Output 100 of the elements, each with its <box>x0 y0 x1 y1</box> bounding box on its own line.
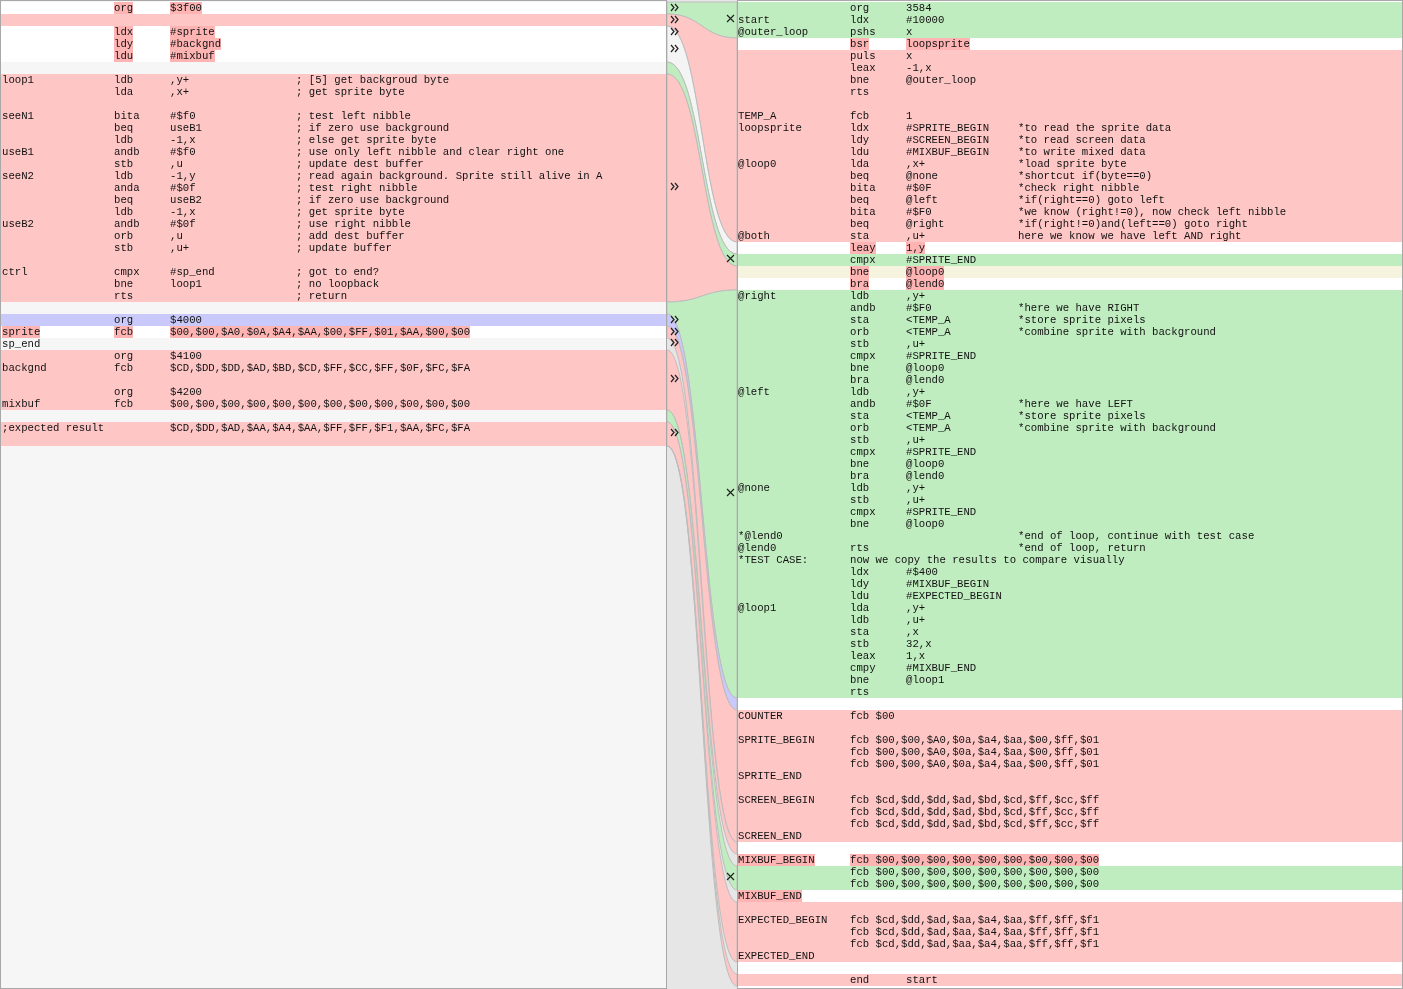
operand: #$F0 <box>906 302 932 314</box>
merge-arrow-icon[interactable] <box>670 27 679 36</box>
operand: @loop0 <box>906 362 945 374</box>
instruction: lda <box>114 86 134 98</box>
merge-arrow-icon[interactable] <box>670 3 679 12</box>
instruction: fcb <box>114 362 134 374</box>
operand: x <box>906 50 913 62</box>
code-comment: ; update buffer <box>296 242 392 254</box>
instruction: sta <box>850 230 870 242</box>
line-label: @loop1 <box>738 602 777 614</box>
cross-icon[interactable] <box>726 14 735 23</box>
instruction: ldx <box>850 122 870 134</box>
operand: #sp_end <box>170 266 215 278</box>
line-label: *TEST CASE: <box>738 554 809 566</box>
instruction: ldu <box>850 590 870 602</box>
line-label: SPRITE_END <box>738 770 802 782</box>
line-label: useB2 <box>2 218 34 230</box>
instruction: beq <box>114 194 134 206</box>
code-comment: ; test right nibble <box>296 182 418 194</box>
instruction: ldb <box>114 206 134 218</box>
instruction: rts <box>114 290 134 302</box>
operand: loop1 <box>170 278 202 290</box>
merge-arrow-icon[interactable] <box>670 338 679 347</box>
instruction: fcb $cd,$dd,$ad,$aa,$a4,$aa,$ff,$ff,$f1 <box>850 914 1100 926</box>
code-comment: ; get sprite byte <box>296 86 405 98</box>
operand: useB2 <box>170 194 202 206</box>
line-label: @none <box>738 482 770 494</box>
operand: #10000 <box>906 14 945 26</box>
instruction: ldb <box>114 170 134 182</box>
operand: #SPRITE_END <box>906 446 977 458</box>
instruction: beq <box>850 170 870 182</box>
merge-arrow-icon[interactable] <box>670 15 679 24</box>
operand: @lend0 <box>906 470 945 482</box>
instruction: bne <box>850 74 870 86</box>
line-label: SCREEN_BEGIN <box>738 794 815 806</box>
operand: #EXPECTED_BEGIN <box>906 590 1002 602</box>
cross-icon[interactable] <box>726 872 735 881</box>
merge-arrow-icon[interactable] <box>670 428 679 437</box>
operand: #backgnd <box>170 38 222 50</box>
operand: ,y+ <box>906 290 926 302</box>
operand: ,x+ <box>170 86 190 98</box>
instruction: bita <box>850 206 876 218</box>
code-comment: ; read again background. Sprite still alive in A <box>296 170 603 182</box>
operand: -1,y <box>170 170 196 182</box>
instruction: bita <box>114 110 140 122</box>
operand: <TEMP_A <box>906 422 951 434</box>
code-comment: *load sprite byte <box>1018 158 1127 170</box>
code-comment: *here we have RIGHT <box>1018 302 1140 314</box>
merge-arrow-icon[interactable] <box>670 315 679 324</box>
line-label: loop1 <box>2 74 34 86</box>
operand: ,x <box>906 626 919 638</box>
instruction: fcb <box>850 110 870 122</box>
cross-icon[interactable] <box>726 488 735 497</box>
merge-arrow-icon[interactable] <box>670 182 679 191</box>
merge-arrow-icon[interactable] <box>670 44 679 53</box>
instruction: rts <box>850 686 870 698</box>
instruction: bne <box>850 362 870 374</box>
instruction: sta <box>850 410 870 422</box>
line-label: EXPECTED_END <box>738 950 815 962</box>
line-label: @right <box>738 290 777 302</box>
instruction: andb <box>114 218 140 230</box>
line-label: backgnd <box>2 362 47 374</box>
merge-arrow-icon[interactable] <box>670 374 679 383</box>
instruction: fcb $00,$00,$A0,$0a,$a4,$aa,$00,$ff,$01 <box>850 758 1100 770</box>
instruction: bra <box>850 374 870 386</box>
operand: #SPRITE_END <box>906 254 977 266</box>
merge-arrow-icon[interactable] <box>670 327 679 336</box>
line-label: EXPECTED_BEGIN <box>738 914 828 926</box>
code-comment: ; got to end? <box>296 266 379 278</box>
line-label: sp_end <box>2 338 41 350</box>
instruction: fcb $cd,$dd,$dd,$ad,$bd,$cd,$ff,$cc,$ff <box>850 794 1100 806</box>
instruction: fcb $cd,$dd,$dd,$ad,$bd,$cd,$ff,$cc,$ff <box>850 818 1100 830</box>
instruction: bne <box>114 278 134 290</box>
line-label: seeN1 <box>2 110 34 122</box>
instruction: lda <box>850 158 870 170</box>
code-comment: *combine sprite with background <box>1018 326 1216 338</box>
line-label: useB1 <box>2 146 34 158</box>
code-comment: *end of loop, return <box>1018 542 1146 554</box>
code-comment: *to read screen data <box>1018 134 1146 146</box>
code-comment: *we know (right!=0), now check left nibble <box>1018 206 1287 218</box>
operand: #$f0 <box>170 110 196 122</box>
line-label: @left <box>738 386 770 398</box>
operand: $4000 <box>170 314 202 326</box>
instruction: fcb $00 <box>850 710 895 722</box>
operand: ,y+ <box>906 482 926 494</box>
line-label: MIXBUF_END <box>738 890 802 902</box>
operand: ,u+ <box>906 494 926 506</box>
code-comment: ; if zero use background <box>296 194 450 206</box>
operand: @outer_loop <box>906 74 977 86</box>
cross-icon[interactable] <box>726 254 735 263</box>
operand: #$0f <box>170 182 196 194</box>
operand: #$0f <box>170 218 196 230</box>
operand: -1,x <box>170 206 196 218</box>
code-comment: *if(right==0) goto left <box>1018 194 1165 206</box>
instruction: sta <box>850 314 870 326</box>
instruction: ldx <box>114 26 134 38</box>
line-label: @lend0 <box>738 542 777 554</box>
instruction: bne <box>850 674 870 686</box>
instruction: ldx <box>850 566 870 578</box>
instruction: rts <box>850 86 870 98</box>
